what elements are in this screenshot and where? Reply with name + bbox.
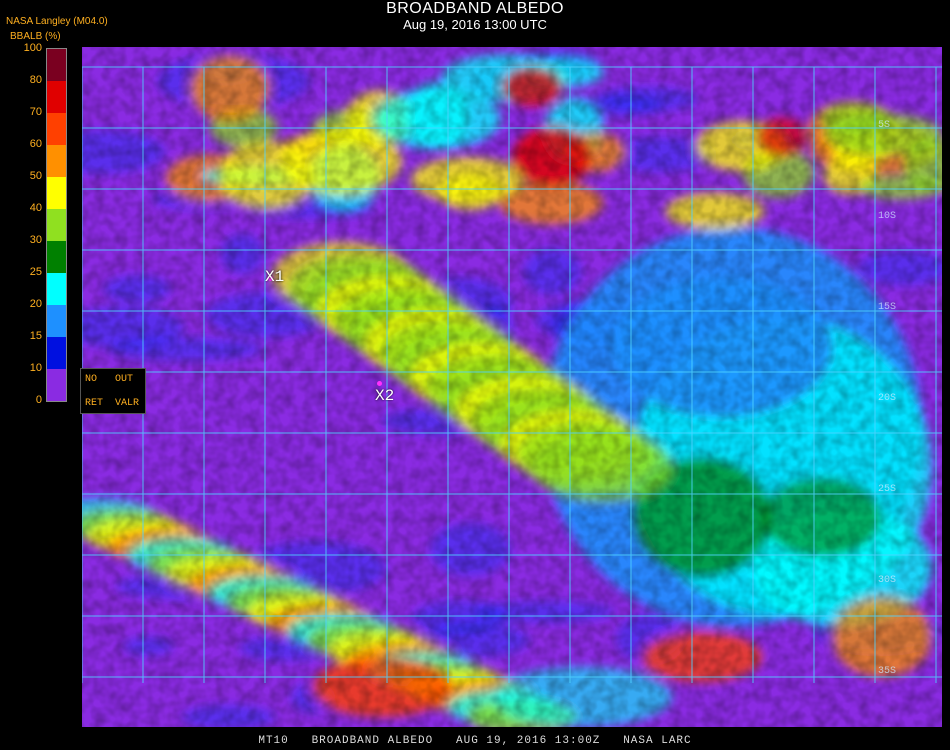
legend-band [47,241,66,273]
status-ret: RET [85,398,104,409]
legend-tick: 60 [29,138,42,150]
status-box: NO OUT RET VALR [80,368,146,414]
legend-band [47,81,66,113]
legend-tick: 30 [29,234,42,246]
grid-lat-label: 5S [878,120,890,131]
map-timestamp: Aug 19, 2016 13:00 UTC [403,17,547,32]
grid-lat-label: 15S [878,302,896,313]
legend-tick: 0 [35,394,42,406]
grid-lat-label: 10S [878,211,896,222]
marker-x1: X1 [265,268,285,286]
legend-band [47,369,66,401]
legend-band [47,273,66,305]
albedo-map: 5S 10S 15S 20S 25S 30S 35S [82,47,942,727]
albedo-map-svg: 5S 10S 15S 20S 25S 30S 35S [82,47,942,727]
status-no: NO [85,374,98,385]
legend-tick: 50 [29,170,42,182]
legend-tick: 100 [23,42,42,54]
source-label: NASA Langley (M04.0) [6,16,108,27]
legend-tick: 80 [29,74,42,86]
footer-caption: MT10 BROADBAND ALBEDO AUG 19, 2016 13:00… [258,735,692,747]
legend-tick: 10 [29,362,42,374]
status-valr: VALR [115,398,140,409]
unit-label: BBALB (%) [10,31,61,42]
legend-tick: 15 [29,330,42,342]
grid-lat-label: 20S [878,393,896,404]
legend-tick: 40 [29,202,42,214]
legend-tick: 70 [29,106,42,118]
marker-x2-dot [377,381,382,386]
legend-band [47,177,66,209]
grid-lat-label: 35S [878,666,896,677]
marker-x2: X2 [375,387,395,405]
legend-band [47,113,66,145]
legend-band [47,305,66,337]
legend-band [47,145,66,177]
legend-band [47,209,66,241]
status-out: OUT [115,374,134,385]
grid-lat-label: 30S [878,575,896,586]
legend-tick: 20 [29,298,42,310]
legend-tick: 25 [29,266,42,278]
legend-band [47,49,66,81]
map-title: BROADBAND ALBEDO [386,0,564,17]
legend-band [47,337,66,369]
color-legend [46,48,67,402]
grid-lat-label: 25S [878,484,896,495]
